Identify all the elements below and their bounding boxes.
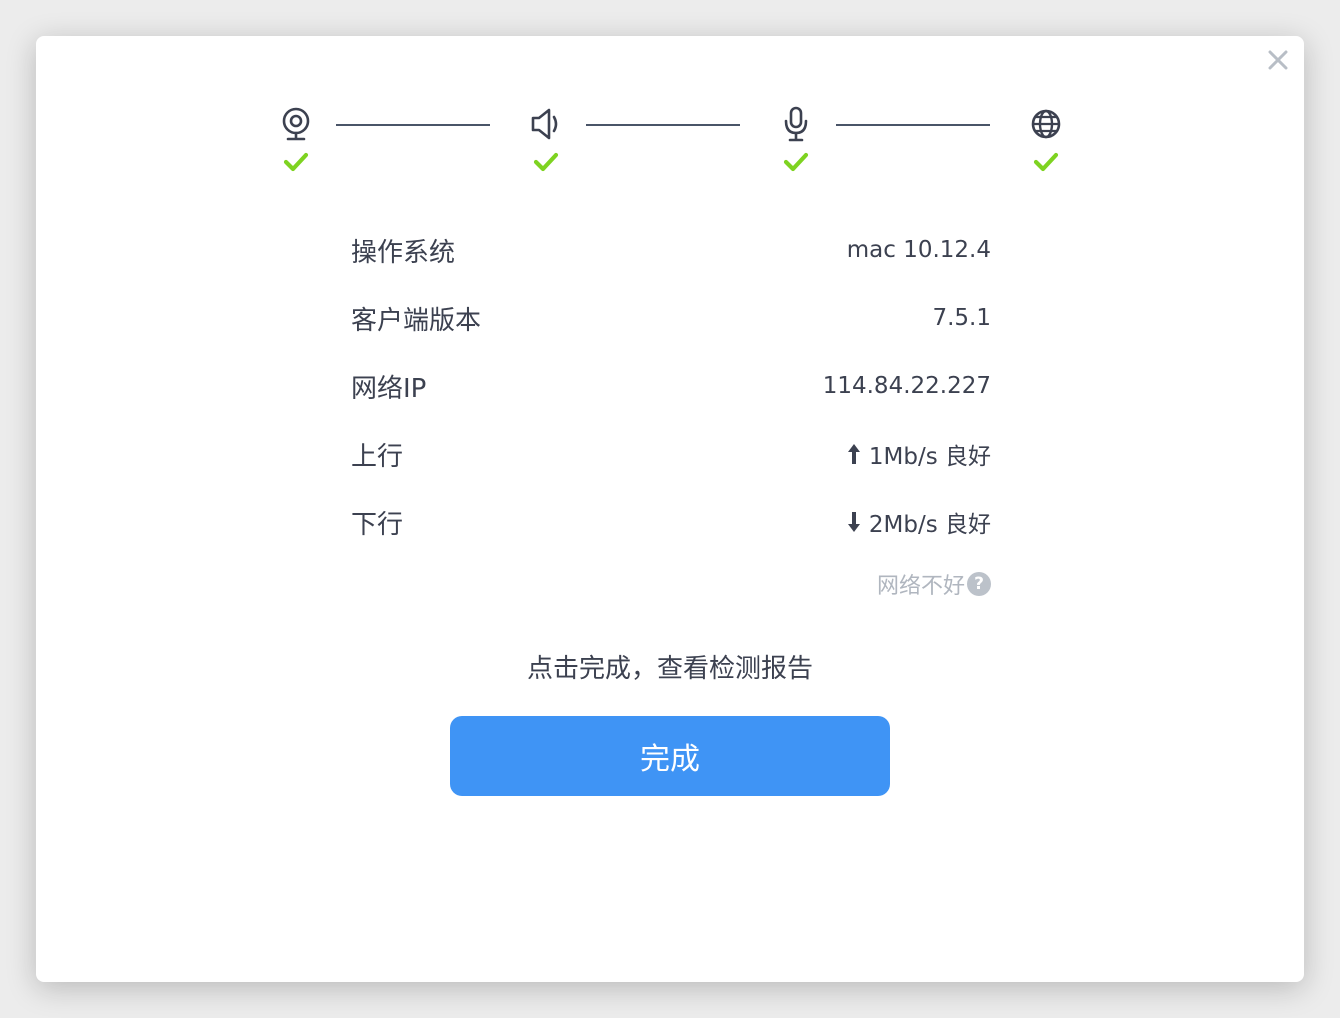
check-icon bbox=[533, 152, 559, 172]
client-version-value: 7.5.1 bbox=[932, 305, 991, 331]
help-icon: ? bbox=[967, 572, 991, 596]
step-network bbox=[1030, 106, 1062, 176]
step-connector bbox=[586, 124, 740, 126]
close-icon bbox=[1268, 50, 1288, 70]
upload-label: 上行 bbox=[351, 441, 404, 472]
check-steps bbox=[280, 106, 1068, 176]
os-value: mac 10.12.4 bbox=[846, 237, 991, 263]
info-row-ip: 网络IP 114.84.22.227 bbox=[351, 352, 991, 420]
network-bad-link[interactable]: 网络不好 ? bbox=[877, 568, 991, 600]
ip-value: 114.84.22.227 bbox=[822, 373, 991, 399]
close-button[interactable] bbox=[1266, 48, 1290, 72]
step-connector bbox=[836, 124, 990, 126]
info-row-os: 操作系统 mac 10.12.4 bbox=[351, 216, 991, 284]
check-icon bbox=[783, 152, 809, 172]
globe-icon bbox=[1031, 109, 1061, 139]
step-speaker bbox=[530, 106, 562, 176]
webcam-icon bbox=[282, 107, 310, 141]
info-row-client-version: 客户端版本 7.5.1 bbox=[351, 284, 991, 352]
microphone-icon bbox=[784, 106, 808, 142]
check-icon bbox=[1033, 152, 1059, 172]
upload-value-group: 1Mb/s 良好 bbox=[847, 437, 991, 471]
step-microphone bbox=[780, 106, 812, 176]
upload-value: 1Mb/s 良好 bbox=[868, 444, 991, 470]
client-version-label: 客户端版本 bbox=[351, 305, 482, 336]
step-connector bbox=[336, 124, 490, 126]
speaker-icon bbox=[531, 108, 558, 140]
network-check-dialog: 操作系统 mac 10.12.4 客户端版本 7.5.1 网络IP 114.84… bbox=[36, 36, 1304, 982]
info-row-upload: 上行 1Mb/s 良好 bbox=[351, 420, 991, 488]
ip-label: 网络IP bbox=[351, 373, 427, 404]
finish-hint: 点击完成，查看检测报告 bbox=[526, 654, 813, 684]
arrow-up-icon bbox=[847, 444, 860, 464]
arrow-down-icon bbox=[847, 512, 860, 532]
check-icon bbox=[283, 152, 309, 172]
os-label: 操作系统 bbox=[351, 237, 456, 268]
download-label: 下行 bbox=[351, 509, 404, 540]
download-value-group: 2Mb/s 良好 bbox=[847, 505, 991, 539]
network-bad-label: 网络不好 bbox=[876, 574, 965, 599]
done-button[interactable]: 完成 bbox=[450, 716, 890, 796]
download-value: 2Mb/s 良好 bbox=[868, 512, 991, 538]
info-row-download: 下行 2Mb/s 良好 bbox=[351, 488, 991, 556]
system-info-list: 操作系统 mac 10.12.4 客户端版本 7.5.1 网络IP 114.84… bbox=[351, 216, 991, 556]
step-camera bbox=[280, 106, 312, 176]
